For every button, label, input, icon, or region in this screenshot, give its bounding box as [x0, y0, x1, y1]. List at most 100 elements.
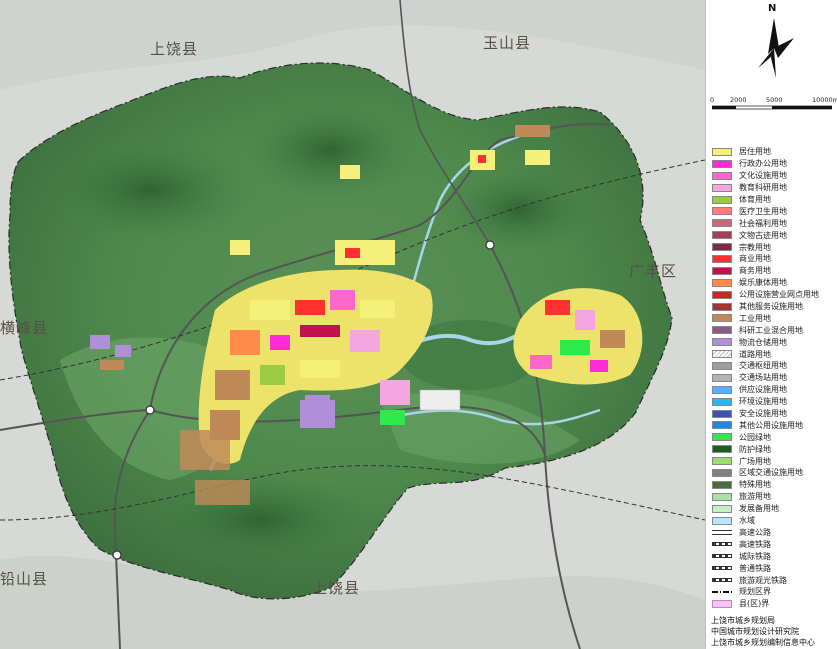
- legend-item: 高速铁路: [712, 538, 836, 550]
- legend-item: 供应设施用地: [712, 384, 836, 396]
- legend-item: 区域交通设施用地: [712, 467, 836, 479]
- legend-label: 防护绿地: [739, 444, 771, 454]
- legend-swatch: [712, 578, 732, 582]
- legend-swatch: [712, 373, 732, 382]
- interchange-west: [145, 405, 155, 415]
- legend-item: 广场用地: [712, 455, 836, 467]
- legend-swatch: [712, 590, 732, 593]
- legend-swatch: [712, 529, 732, 535]
- legend-label: 教育科研用地: [739, 183, 787, 193]
- legend-item: 体育用地: [712, 194, 836, 206]
- legend-item: 特殊用地: [712, 479, 836, 491]
- legend-swatch: [712, 566, 732, 571]
- legend-item: 旅游用地: [712, 491, 836, 503]
- legend-swatch: [712, 468, 732, 477]
- legend-swatch: [712, 231, 732, 240]
- legend-item: 商业用地: [712, 253, 836, 265]
- legend-label: 安全设施用地: [739, 409, 787, 419]
- legend-item: 教育科研用地: [712, 182, 836, 194]
- legend-label: 科研工业混合用地: [739, 325, 803, 335]
- legend-label: 县(区)界: [739, 599, 770, 609]
- place-label-yushan-county: 玉山县: [483, 34, 532, 52]
- north-arrow-icon: [758, 18, 794, 78]
- legend-item: 交通场站用地: [712, 372, 836, 384]
- legend-label: 水域: [739, 516, 755, 526]
- legend-item: 医疗卫生用地: [712, 205, 836, 217]
- legend-swatch: [712, 159, 732, 168]
- land-use-map[interactable]: 上饶县 玉山县 广丰区 横峰县 铅山县 上饶县: [0, 0, 705, 649]
- legend-label: 其他公用设施用地: [739, 420, 803, 430]
- legend-item: 居住用地: [712, 146, 836, 158]
- legend-label: 文化设施用地: [739, 171, 787, 181]
- legend-label: 旅游用地: [739, 492, 771, 502]
- legend-label: 高速铁路: [739, 539, 771, 549]
- legend-item: 娱乐康体用地: [712, 277, 836, 289]
- legend-label: 体育用地: [739, 195, 771, 204]
- legend-item: 城际铁路: [712, 550, 836, 562]
- legend-label: 宗教用地: [739, 242, 771, 252]
- legend-item: 公园绿地: [712, 431, 836, 443]
- legend-item: 科研工业混合用地: [712, 324, 836, 336]
- legend-swatch: [712, 243, 732, 252]
- place-label-shangrao-county-north: 上饶县: [150, 40, 199, 58]
- legend-label: 高速公路: [739, 527, 771, 537]
- map-canvas: [0, 0, 705, 649]
- legend-label: 公园绿地: [739, 432, 771, 442]
- legend-item: 安全设施用地: [712, 408, 836, 420]
- credit-line-2: 中国城市规划设计研究院: [711, 627, 799, 636]
- legend-swatch: [712, 599, 732, 608]
- legend-label: 行政办公用地: [739, 159, 787, 169]
- legend-label: 供应设施用地: [739, 385, 787, 395]
- legend-item: 高速公路: [712, 527, 836, 539]
- legend-item: 道路用地: [712, 348, 836, 360]
- interchange-southwest: [112, 550, 122, 560]
- legend-label: 区域交通设施用地: [739, 468, 803, 478]
- legend-label: 旅游观光铁路: [739, 575, 787, 585]
- legend-item: 环境设施用地: [712, 396, 836, 408]
- legend-label: 环境设施用地: [739, 397, 787, 407]
- legend-swatch: [712, 445, 732, 454]
- legend-item: 水域: [712, 515, 836, 527]
- legend-item: 防护绿地: [712, 443, 836, 455]
- legend-item: 其他服务设施用地: [712, 301, 836, 313]
- mountain-shade-east: [440, 165, 600, 255]
- credit-line-3: 上饶市城乡规划编制信息中心: [711, 638, 815, 647]
- scale-tick-2000: 2000: [730, 96, 747, 104]
- scale-tick-5000: 5000: [766, 96, 783, 104]
- legend-label: 商务用地: [739, 266, 771, 276]
- place-label-guangfeng-district: 广丰区: [629, 262, 678, 280]
- legend-swatch: [712, 397, 732, 406]
- legend-label: 医疗卫生用地: [739, 206, 787, 216]
- legend-swatch: [712, 302, 732, 311]
- legend-item: 行政办公用地: [712, 158, 836, 170]
- legend-item: 其他公用设施用地: [712, 419, 836, 431]
- legend-label: 发展备用地: [739, 504, 779, 514]
- legend-swatch: [712, 254, 732, 263]
- legend-item: 文物古迹用地: [712, 229, 836, 241]
- scale-tick-10000m: 10000m: [812, 96, 837, 104]
- legend-swatch: [712, 195, 732, 204]
- legend-swatch: [712, 480, 732, 489]
- place-label-shangrao-county-south: 上饶县: [312, 579, 361, 597]
- legend-item: 发展备用地: [712, 503, 836, 515]
- legend-swatch: [712, 433, 732, 442]
- scale-tick-0: 0: [710, 96, 715, 104]
- place-label-hengfeng-county: 横峰县: [0, 319, 49, 337]
- legend-swatch: [712, 326, 732, 335]
- legend-label: 道路用地: [739, 349, 771, 359]
- legend-swatch: [712, 147, 732, 156]
- scale-bar: [712, 105, 832, 110]
- legend-label: 物流仓储用地: [739, 337, 787, 347]
- legend-item: 县(区)界: [712, 598, 836, 610]
- legend-swatch: [712, 207, 732, 216]
- legend-item: 宗教用地: [712, 241, 836, 253]
- legend-label: 城际铁路: [739, 551, 771, 561]
- legend-label: 居住用地: [739, 147, 771, 157]
- legend-swatch: [712, 278, 732, 287]
- legend-label: 特殊用地: [739, 480, 771, 490]
- legend-item: 普通铁路: [712, 562, 836, 574]
- legend-label: 规划区界: [739, 587, 771, 597]
- legend-label: 娱乐康体用地: [739, 278, 787, 288]
- legend-item: 交通枢纽用地: [712, 360, 836, 372]
- legend-swatch: [712, 554, 732, 559]
